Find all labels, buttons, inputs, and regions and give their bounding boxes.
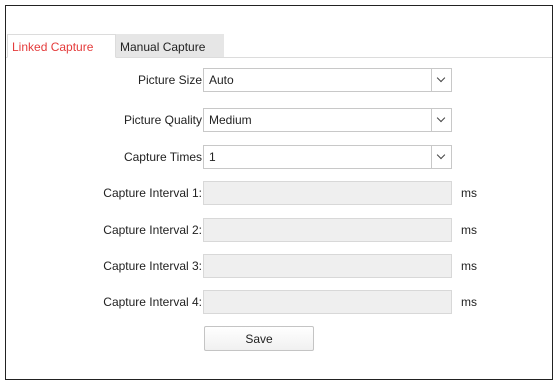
picture-quality-select[interactable]: Medium [203,108,452,132]
picture-size-select[interactable]: Auto [203,68,452,92]
picture-size-row: Picture Size Auto [6,68,552,92]
capture-times-dropdown-button[interactable] [431,146,451,168]
capture-times-select[interactable]: 1 [203,145,452,169]
capture-interval-1-unit: ms [461,186,477,200]
chevron-down-icon [436,150,446,160]
capture-interval-4-row: Capture Interval 4: ms [6,290,552,314]
tab-bar: Linked Capture Manual Capture [6,6,552,58]
capture-interval-4-label: Capture Interval 4: [103,295,202,309]
capture-interval-3-unit: ms [461,259,477,273]
capture-interval-2-input[interactable] [203,218,452,242]
capture-interval-2-unit: ms [461,223,477,237]
capture-interval-4-input[interactable] [203,290,452,314]
picture-quality-label: Picture Quality [123,113,202,127]
picture-size-label: Picture Size [137,73,202,87]
picture-quality-value: Medium [209,113,252,127]
chevron-down-icon [436,73,446,83]
picture-quality-row: Picture Quality Medium [6,108,552,132]
save-button[interactable]: Save [204,326,314,351]
capture-interval-3-input[interactable] [203,254,452,278]
capture-times-row: Capture Times 1 [6,145,552,169]
tab-linked-capture[interactable]: Linked Capture [7,34,116,58]
capture-settings-panel: Linked Capture Manual Capture Picture Si… [5,5,553,380]
picture-size-value: Auto [209,73,234,87]
picture-size-dropdown-button[interactable] [431,69,451,91]
capture-interval-1-row: Capture Interval 1: ms [6,181,552,205]
capture-interval-1-label: Capture Interval 1: [103,186,202,200]
capture-interval-2-label: Capture Interval 2: [103,223,202,237]
capture-times-value: 1 [209,150,216,164]
picture-quality-dropdown-button[interactable] [431,109,451,131]
chevron-down-icon [436,113,446,123]
capture-interval-3-label: Capture Interval 3: [103,259,202,273]
capture-times-label: Capture Times [123,150,202,164]
capture-interval-4-unit: ms [461,295,477,309]
capture-interval-3-row: Capture Interval 3: ms [6,254,552,278]
capture-interval-1-input[interactable] [203,181,452,205]
tab-manual-capture[interactable]: Manual Capture [116,34,224,58]
capture-interval-2-row: Capture Interval 2: ms [6,218,552,242]
